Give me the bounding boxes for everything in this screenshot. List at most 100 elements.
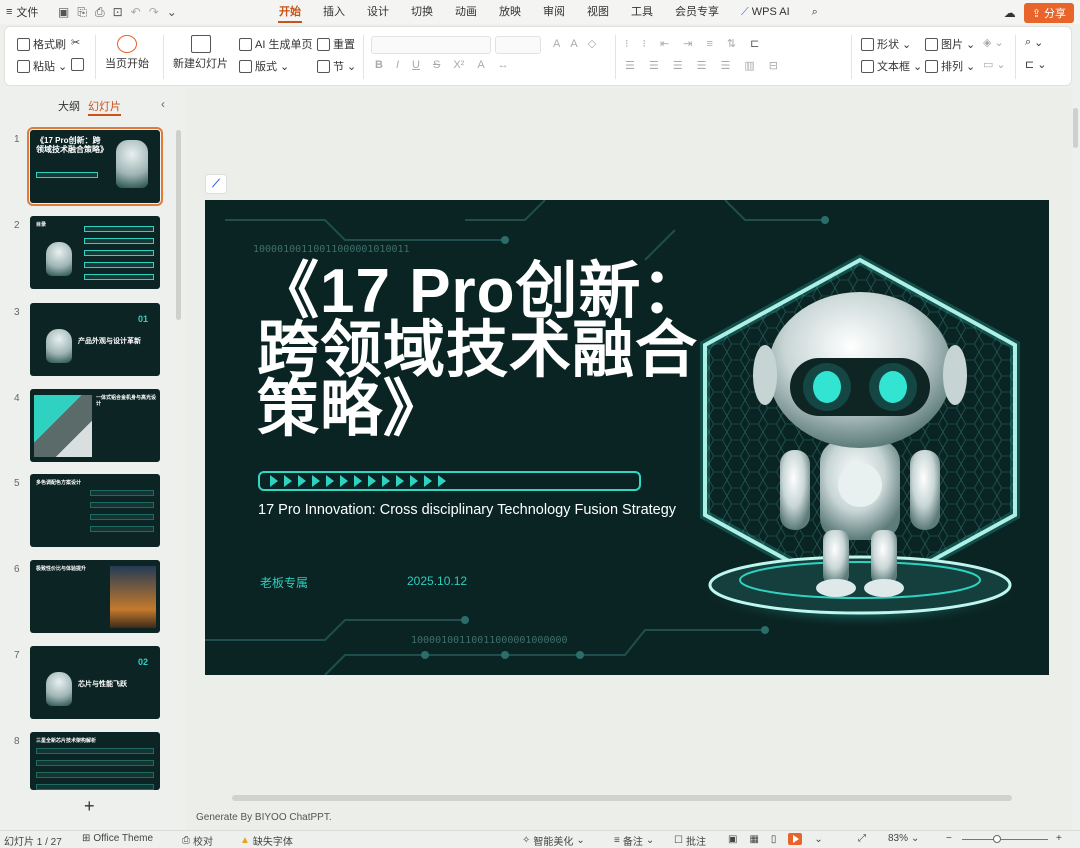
- redo-icon[interactable]: ↷: [149, 5, 159, 19]
- copy-button[interactable]: [71, 58, 84, 71]
- tab-member[interactable]: 会员专享: [664, 0, 730, 24]
- find-button[interactable]: ⌕ ⌄: [1025, 36, 1043, 49]
- canvas-vertical-scrollbar[interactable]: [1073, 108, 1078, 148]
- zoom-out-icon[interactable]: −: [946, 833, 952, 844]
- text-direction-icon[interactable]: ⇅: [727, 37, 736, 50]
- tab-review[interactable]: 审阅: [532, 0, 576, 24]
- zoom-slider[interactable]: [962, 839, 1048, 840]
- slide-thumbnail[interactable]: 三星全新芯片技术架构解析: [30, 732, 160, 790]
- grow-font-icon[interactable]: A: [553, 38, 560, 50]
- indent-icon[interactable]: ⇥: [683, 37, 692, 50]
- cloud-icon[interactable]: ☁: [1004, 6, 1016, 20]
- fill-button[interactable]: ◈ ⌄: [983, 36, 1004, 49]
- outline-button[interactable]: ▭ ⌄: [983, 58, 1006, 71]
- select-button[interactable]: ⊏ ⌄: [1025, 58, 1046, 71]
- slide-author[interactable]: 老板专属: [260, 574, 308, 591]
- export-icon[interactable]: ⎘: [77, 5, 87, 20]
- align-right-icon[interactable]: ☰: [673, 59, 683, 72]
- share-button[interactable]: ⇪ 分享: [1023, 3, 1074, 23]
- cut-button[interactable]: ✂: [71, 36, 80, 49]
- slide-thumbnail[interactable]: 极致性价比与体验提升: [30, 560, 160, 633]
- distribute-icon[interactable]: ☰: [721, 59, 731, 72]
- search-icon[interactable]: ⌕: [801, 0, 829, 24]
- tab-tools[interactable]: 工具: [620, 0, 664, 24]
- speaker-notes[interactable]: Generate By BIYOO ChatPPT.: [196, 812, 332, 823]
- current-slide[interactable]: 10000100110011000001010011 《17 Pro创新： 跨领…: [205, 200, 1049, 675]
- slide-date[interactable]: 2025.10.12: [407, 574, 467, 588]
- slide-thumbnail[interactable]: 目录: [30, 216, 160, 289]
- zoom-slider-handle[interactable]: [993, 835, 1001, 843]
- play-current-label: 当页开始: [105, 58, 149, 70]
- tab-outline[interactable]: 大纲: [58, 98, 80, 116]
- shape-button[interactable]: 形状 ⌄: [861, 36, 911, 52]
- tab-insert[interactable]: 插入: [312, 0, 356, 24]
- reading-view-icon[interactable]: ▯: [771, 834, 777, 845]
- undo-icon[interactable]: ↶: [131, 5, 141, 19]
- zoom-level[interactable]: 83% ⌄: [888, 833, 919, 844]
- file-menu[interactable]: ≡ 文件: [0, 4, 52, 20]
- new-slide-button[interactable]: 新建幻灯片: [173, 35, 228, 71]
- sorter-view-icon[interactable]: ▦: [749, 834, 758, 845]
- tab-transitions[interactable]: 切换: [400, 0, 444, 24]
- justify-icon[interactable]: ☰: [697, 59, 707, 72]
- chevron-down-icon[interactable]: ⌄: [167, 5, 177, 19]
- play-slideshow-icon[interactable]: [788, 833, 803, 845]
- preview-icon[interactable]: ⊡: [113, 5, 123, 19]
- outdent-icon[interactable]: ⇤: [660, 37, 669, 50]
- layout-button[interactable]: 版式 ⌄: [239, 58, 289, 74]
- underline-icon[interactable]: U: [412, 59, 420, 71]
- zoom-in-icon[interactable]: +: [1056, 833, 1062, 844]
- format-painter-button[interactable]: 格式刷: [17, 36, 66, 52]
- tab-animations[interactable]: 动画: [444, 0, 488, 24]
- bold-icon[interactable]: B: [375, 59, 383, 71]
- save-icon[interactable]: ▣: [58, 5, 69, 19]
- columns-icon[interactable]: ▥: [744, 59, 754, 72]
- panel-scrollbar[interactable]: [176, 130, 181, 320]
- print-icon[interactable]: ⎙: [95, 5, 105, 20]
- strikethrough-icon[interactable]: S: [433, 59, 440, 71]
- convert-icon[interactable]: ⊏: [750, 37, 759, 50]
- tab-view[interactable]: 视图: [576, 0, 620, 24]
- numbering-icon[interactable]: ⁝: [643, 37, 647, 50]
- slide-subtitle[interactable]: 17 Pro Innovation: Cross disciplinary Te…: [258, 502, 676, 518]
- add-slide-button[interactable]: +: [84, 796, 95, 817]
- tab-slides[interactable]: 幻灯片: [88, 98, 121, 116]
- textbox-button[interactable]: 文本框 ⌄: [861, 58, 922, 74]
- picture-button[interactable]: 图片 ⌄: [925, 36, 975, 52]
- ai-generate-button[interactable]: AI 生成单页: [239, 36, 312, 52]
- align-text-icon[interactable]: ⊟: [769, 59, 778, 72]
- bullets-icon[interactable]: ⁝: [625, 37, 629, 50]
- slide-thumbnail[interactable]: 一体式铝合金机身与高光设计: [30, 389, 160, 462]
- italic-icon[interactable]: I: [396, 59, 399, 71]
- tab-home[interactable]: 开始: [268, 0, 312, 24]
- font-family-select[interactable]: [371, 36, 491, 54]
- fit-window-icon[interactable]: ⤢: [858, 833, 866, 844]
- tab-slideshow[interactable]: 放映: [488, 0, 532, 24]
- slide-thumbnail[interactable]: 芯片与性能飞跃 02: [30, 646, 160, 719]
- section-button[interactable]: 节 ⌄: [317, 58, 356, 74]
- paste-button[interactable]: 粘贴 ⌄: [17, 58, 67, 74]
- align-center-icon[interactable]: ☰: [649, 59, 659, 72]
- ai-assist-icon[interactable]: ⟋: [205, 174, 227, 194]
- shrink-font-icon[interactable]: A: [570, 38, 577, 50]
- reset-button[interactable]: 重置: [317, 36, 355, 52]
- slide-thumbnail[interactable]: 《17 Pro创新：跨领域技术融合策略》: [27, 127, 163, 206]
- slide-thumbnail[interactable]: 多色调配色方案设计: [30, 474, 160, 547]
- superscript-icon[interactable]: X²: [453, 59, 464, 71]
- char-spacing-icon[interactable]: ↔: [498, 59, 509, 71]
- canvas-horizontal-scrollbar[interactable]: [232, 795, 1012, 801]
- theme-indicator[interactable]: ⊞ Office Theme: [82, 833, 153, 844]
- collapse-panel-icon[interactable]: ‹: [161, 97, 165, 111]
- play-current-button[interactable]: 当页开始: [105, 35, 149, 71]
- tab-design[interactable]: 设计: [356, 0, 400, 24]
- normal-view-icon[interactable]: ▣: [728, 834, 737, 845]
- slide-thumbnail[interactable]: 产品外观与设计革新 01: [30, 303, 160, 376]
- slide-title[interactable]: 《17 Pro创新： 跨领域技术融合 策略》: [257, 261, 737, 441]
- tab-wps-ai[interactable]: ⟋ WPS AI: [730, 0, 801, 24]
- line-spacing-icon[interactable]: ≡: [706, 38, 712, 50]
- align-left-icon[interactable]: ☰: [625, 59, 635, 72]
- arrange-button[interactable]: 排列 ⌄: [925, 58, 975, 74]
- font-size-select[interactable]: [495, 36, 541, 54]
- clear-format-icon[interactable]: ◇: [588, 37, 596, 50]
- font-color-icon[interactable]: A: [477, 59, 484, 71]
